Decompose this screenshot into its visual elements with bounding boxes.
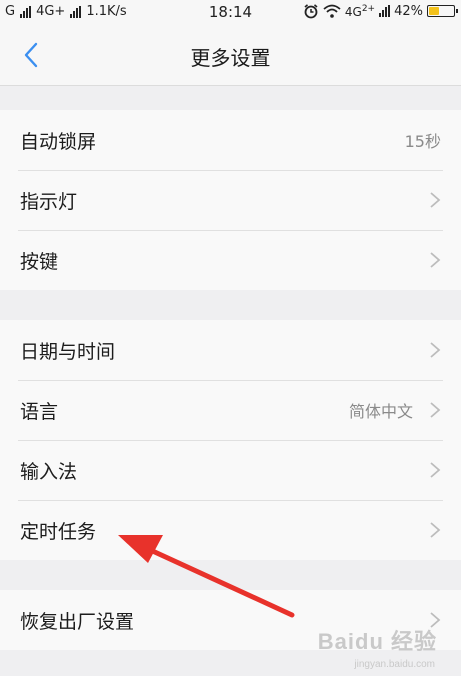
status-bar: G 4G+ 1.1K/s 18:14 4G2+ 42%	[0, 0, 461, 26]
chevron-right-icon	[430, 252, 441, 268]
setting-label: 恢复出厂设置	[20, 610, 135, 633]
setting-value: 15秒	[404, 132, 441, 151]
battery-percent: 42%	[394, 3, 423, 19]
network-right-label: 4G2+	[344, 3, 376, 19]
page-title: 更多设置	[190, 46, 271, 70]
chevron-right-icon	[430, 522, 441, 538]
setting-label: 指示灯	[20, 190, 78, 213]
setting-label: 按键	[20, 250, 59, 273]
setting-label: 日期与时间	[20, 340, 116, 363]
battery-fill	[429, 7, 439, 15]
title-bar: 更多设置	[0, 26, 461, 86]
setting-label: 语言	[20, 400, 59, 423]
setting-keys[interactable]: 按键	[0, 230, 461, 290]
chevron-right-icon	[430, 342, 441, 358]
chevron-right-icon	[430, 402, 441, 418]
setting-date-time[interactable]: 日期与时间	[0, 320, 461, 380]
setting-scheduled-tasks[interactable]: 定时任务	[0, 500, 461, 560]
status-right: 4G2+ 42%	[303, 3, 458, 19]
setting-label: 输入法	[20, 460, 78, 483]
settings-group-system: 日期与时间 语言 简体中文 输入法 定时任务	[0, 320, 461, 560]
alarm-icon	[304, 4, 318, 19]
setting-auto-lock[interactable]: 自动锁屏 15秒	[0, 110, 461, 170]
setting-language[interactable]: 语言 简体中文	[0, 380, 461, 440]
watermark-logo: Baidu 经验	[317, 629, 437, 654]
setting-input-method[interactable]: 输入法	[0, 440, 461, 500]
setting-label: 定时任务	[20, 520, 97, 543]
wifi-icon	[323, 4, 341, 18]
chevron-right-icon	[430, 462, 441, 478]
watermark-url: jingyan.baidu.com	[354, 659, 435, 670]
setting-value: 简体中文	[348, 402, 413, 421]
setting-indicator-light[interactable]: 指示灯	[0, 170, 461, 230]
battery-icon	[427, 5, 458, 17]
signal-icon-3	[379, 5, 391, 17]
setting-label: 自动锁屏	[20, 130, 97, 153]
chevron-right-icon	[430, 192, 441, 208]
settings-group-display: 自动锁屏 15秒 指示灯 按键	[0, 110, 461, 290]
